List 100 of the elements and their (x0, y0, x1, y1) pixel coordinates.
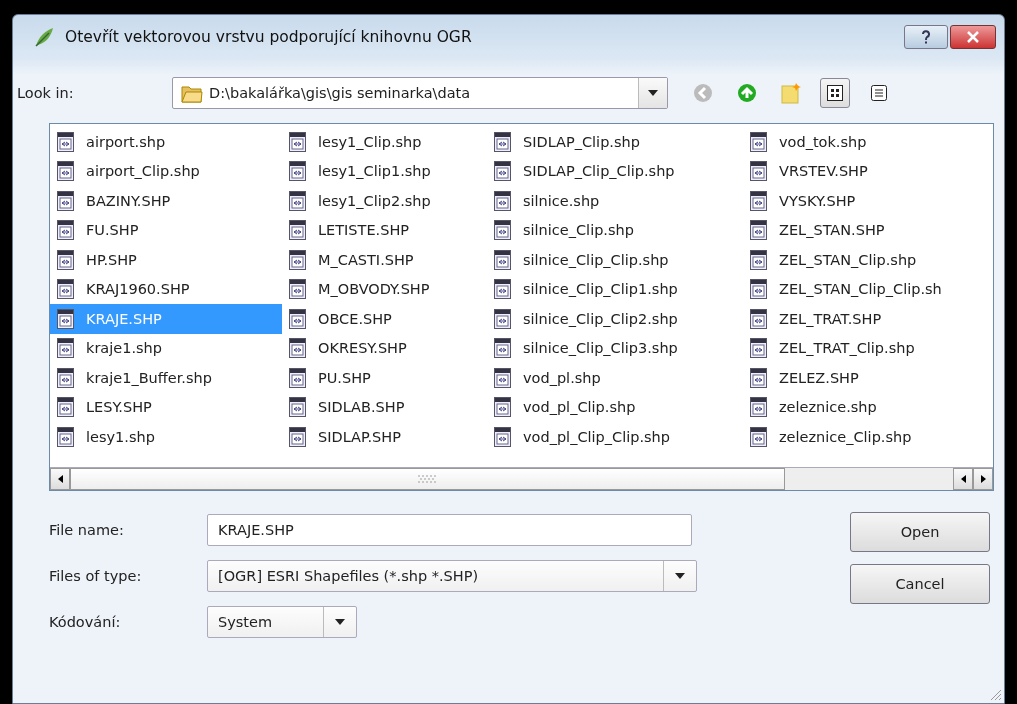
file-icon (493, 277, 513, 302)
file-item[interactable]: LESY.SHP (50, 392, 282, 422)
scroll-thumb[interactable] (70, 468, 785, 490)
look-in-label: Look in: (16, 85, 75, 101)
dropdown-button[interactable] (638, 78, 667, 108)
file-item[interactable]: silnice_Clip_Clip3.shp (487, 333, 743, 363)
file-item[interactable]: KRAJ1960.SHP (50, 274, 282, 304)
window-title: Otevřít vektorovou vrstvu podporující knihovnu OGR (65, 28, 473, 46)
file-item[interactable]: silnice_Clip_Clip2.shp (487, 304, 743, 334)
file-item[interactable]: lesy1_Clip.shp (282, 127, 487, 157)
file-item[interactable]: airport.shp (50, 127, 282, 157)
file-icon (493, 424, 513, 449)
file-icon (493, 188, 513, 213)
file-item[interactable]: SIDLAP_Clip_Clip.shp (487, 156, 743, 186)
scroll-left-button[interactable] (50, 468, 70, 490)
file-item[interactable]: silnice_Clip_Clip.shp (487, 245, 743, 275)
file-item[interactable]: OBCE.SHP (282, 304, 487, 334)
file-item[interactable]: LETISTE.SHP (282, 215, 487, 245)
file-item[interactable]: M_OBVODY.SHP (282, 274, 487, 304)
file-item[interactable]: silnice_Clip.shp (487, 215, 743, 245)
icon-view-button[interactable] (820, 78, 850, 108)
right-arrow-icon (980, 475, 986, 483)
file-icon (749, 277, 769, 302)
file-icon (493, 218, 513, 243)
open-button[interactable]: Open (850, 512, 990, 552)
look-in-dropdown[interactable]: D:\bakalářka\gis\gis seminarka\data (172, 77, 668, 109)
file-item[interactable]: vod_pl_Clip.shp (487, 392, 743, 422)
file-icon (493, 306, 513, 331)
scroll-right-button[interactable] (973, 468, 993, 490)
file-icon (56, 129, 76, 154)
file-item[interactable]: FU.SHP (50, 215, 282, 245)
file-icon (56, 277, 76, 302)
caret-icon (675, 573, 685, 579)
file-item[interactable]: vod_pl.shp (487, 363, 743, 393)
file-icon (288, 336, 308, 361)
leaf-icon (33, 26, 55, 48)
file-item[interactable]: vod_tok.shp (743, 127, 993, 157)
file-item[interactable]: HP.SHP (50, 245, 282, 275)
file-item[interactable]: ZEL_STAN.SHP (743, 215, 993, 245)
file-item[interactable]: kraje1.shp (50, 333, 282, 363)
file-item[interactable]: silnice.shp (487, 186, 743, 216)
file-item[interactable]: ZELEZ.SHP (743, 363, 993, 393)
file-icon (749, 306, 769, 331)
encoding-dropdown[interactable]: System (207, 606, 357, 638)
file-item[interactable]: lesy1_Clip1.shp (282, 156, 487, 186)
file-item[interactable]: ZEL_STAN_Clip_Clip.sh (743, 274, 993, 304)
file-icon (749, 188, 769, 213)
file-item[interactable]: kraje1_Buffer.shp (50, 363, 282, 393)
folder-path: D:\bakalářka\gis\gis seminarka\data (209, 85, 472, 101)
help-icon (921, 30, 931, 44)
file-icon (493, 336, 513, 361)
file-item[interactable]: zeleznice.shp (743, 392, 993, 422)
file-icon (749, 247, 769, 272)
file-item[interactable]: BAZINY.SHP (50, 186, 282, 216)
file-item[interactable]: ZEL_STAN_Clip.shp (743, 245, 993, 275)
up-arrow-icon (737, 83, 757, 103)
file-type-label: Files of type: (48, 568, 143, 584)
file-icon (749, 218, 769, 243)
file-type-dropdown[interactable]: [OGR] ESRI Shapefiles (*.shp *.SHP) (207, 560, 697, 592)
file-icon (56, 365, 76, 390)
file-item[interactable]: vod_pl_Clip_Clip.shp (487, 422, 743, 452)
folder-icon (181, 83, 203, 103)
file-icon (749, 159, 769, 184)
file-item[interactable]: PU.SHP (282, 363, 487, 393)
horizontal-scrollbar[interactable] (50, 467, 993, 490)
caret-icon (335, 619, 345, 625)
file-item[interactable]: SIDLAP_Clip.shp (487, 127, 743, 157)
file-icon (749, 365, 769, 390)
file-item[interactable]: OKRESY.SHP (282, 333, 487, 363)
file-item[interactable]: M_CASTI.SHP (282, 245, 487, 275)
file-item[interactable]: VRSTEV.SHP (743, 156, 993, 186)
file-icon (493, 247, 513, 272)
file-item[interactable]: SIDLAP.SHP (282, 422, 487, 452)
cancel-button[interactable]: Cancel (850, 564, 990, 604)
file-icon (288, 218, 308, 243)
file-item[interactable]: lesy1_Clip2.shp (282, 186, 487, 216)
file-icon (288, 395, 308, 420)
file-icon (493, 365, 513, 390)
caret-icon (648, 90, 658, 96)
new-folder-icon (780, 82, 802, 104)
file-item[interactable]: ZEL_TRAT.SHP (743, 304, 993, 334)
file-item[interactable]: lesy1.shp (50, 422, 282, 452)
grip-icon (416, 474, 439, 484)
file-item[interactable]: ZEL_TRAT_Clip.shp (743, 333, 993, 363)
list-icon (871, 85, 887, 101)
file-icon (56, 188, 76, 213)
file-name-field[interactable]: KRAJE.SHP (207, 514, 692, 546)
file-icon (56, 159, 76, 184)
file-icon (56, 306, 76, 331)
file-item[interactable]: zeleznice_Clip.shp (743, 422, 993, 452)
file-item[interactable]: SIDLAB.SHP (282, 392, 487, 422)
file-icon (493, 395, 513, 420)
file-item[interactable]: VYSKY.SHP (743, 186, 993, 216)
help-button[interactable] (904, 25, 948, 49)
file-icon (56, 247, 76, 272)
scroll-left-button[interactable] (953, 468, 973, 490)
file-item[interactable]: airport_Clip.shp (50, 156, 282, 186)
file-icon (56, 395, 76, 420)
file-item[interactable]: silnice_Clip_Clip1.shp (487, 274, 743, 304)
close-button[interactable] (950, 25, 996, 49)
